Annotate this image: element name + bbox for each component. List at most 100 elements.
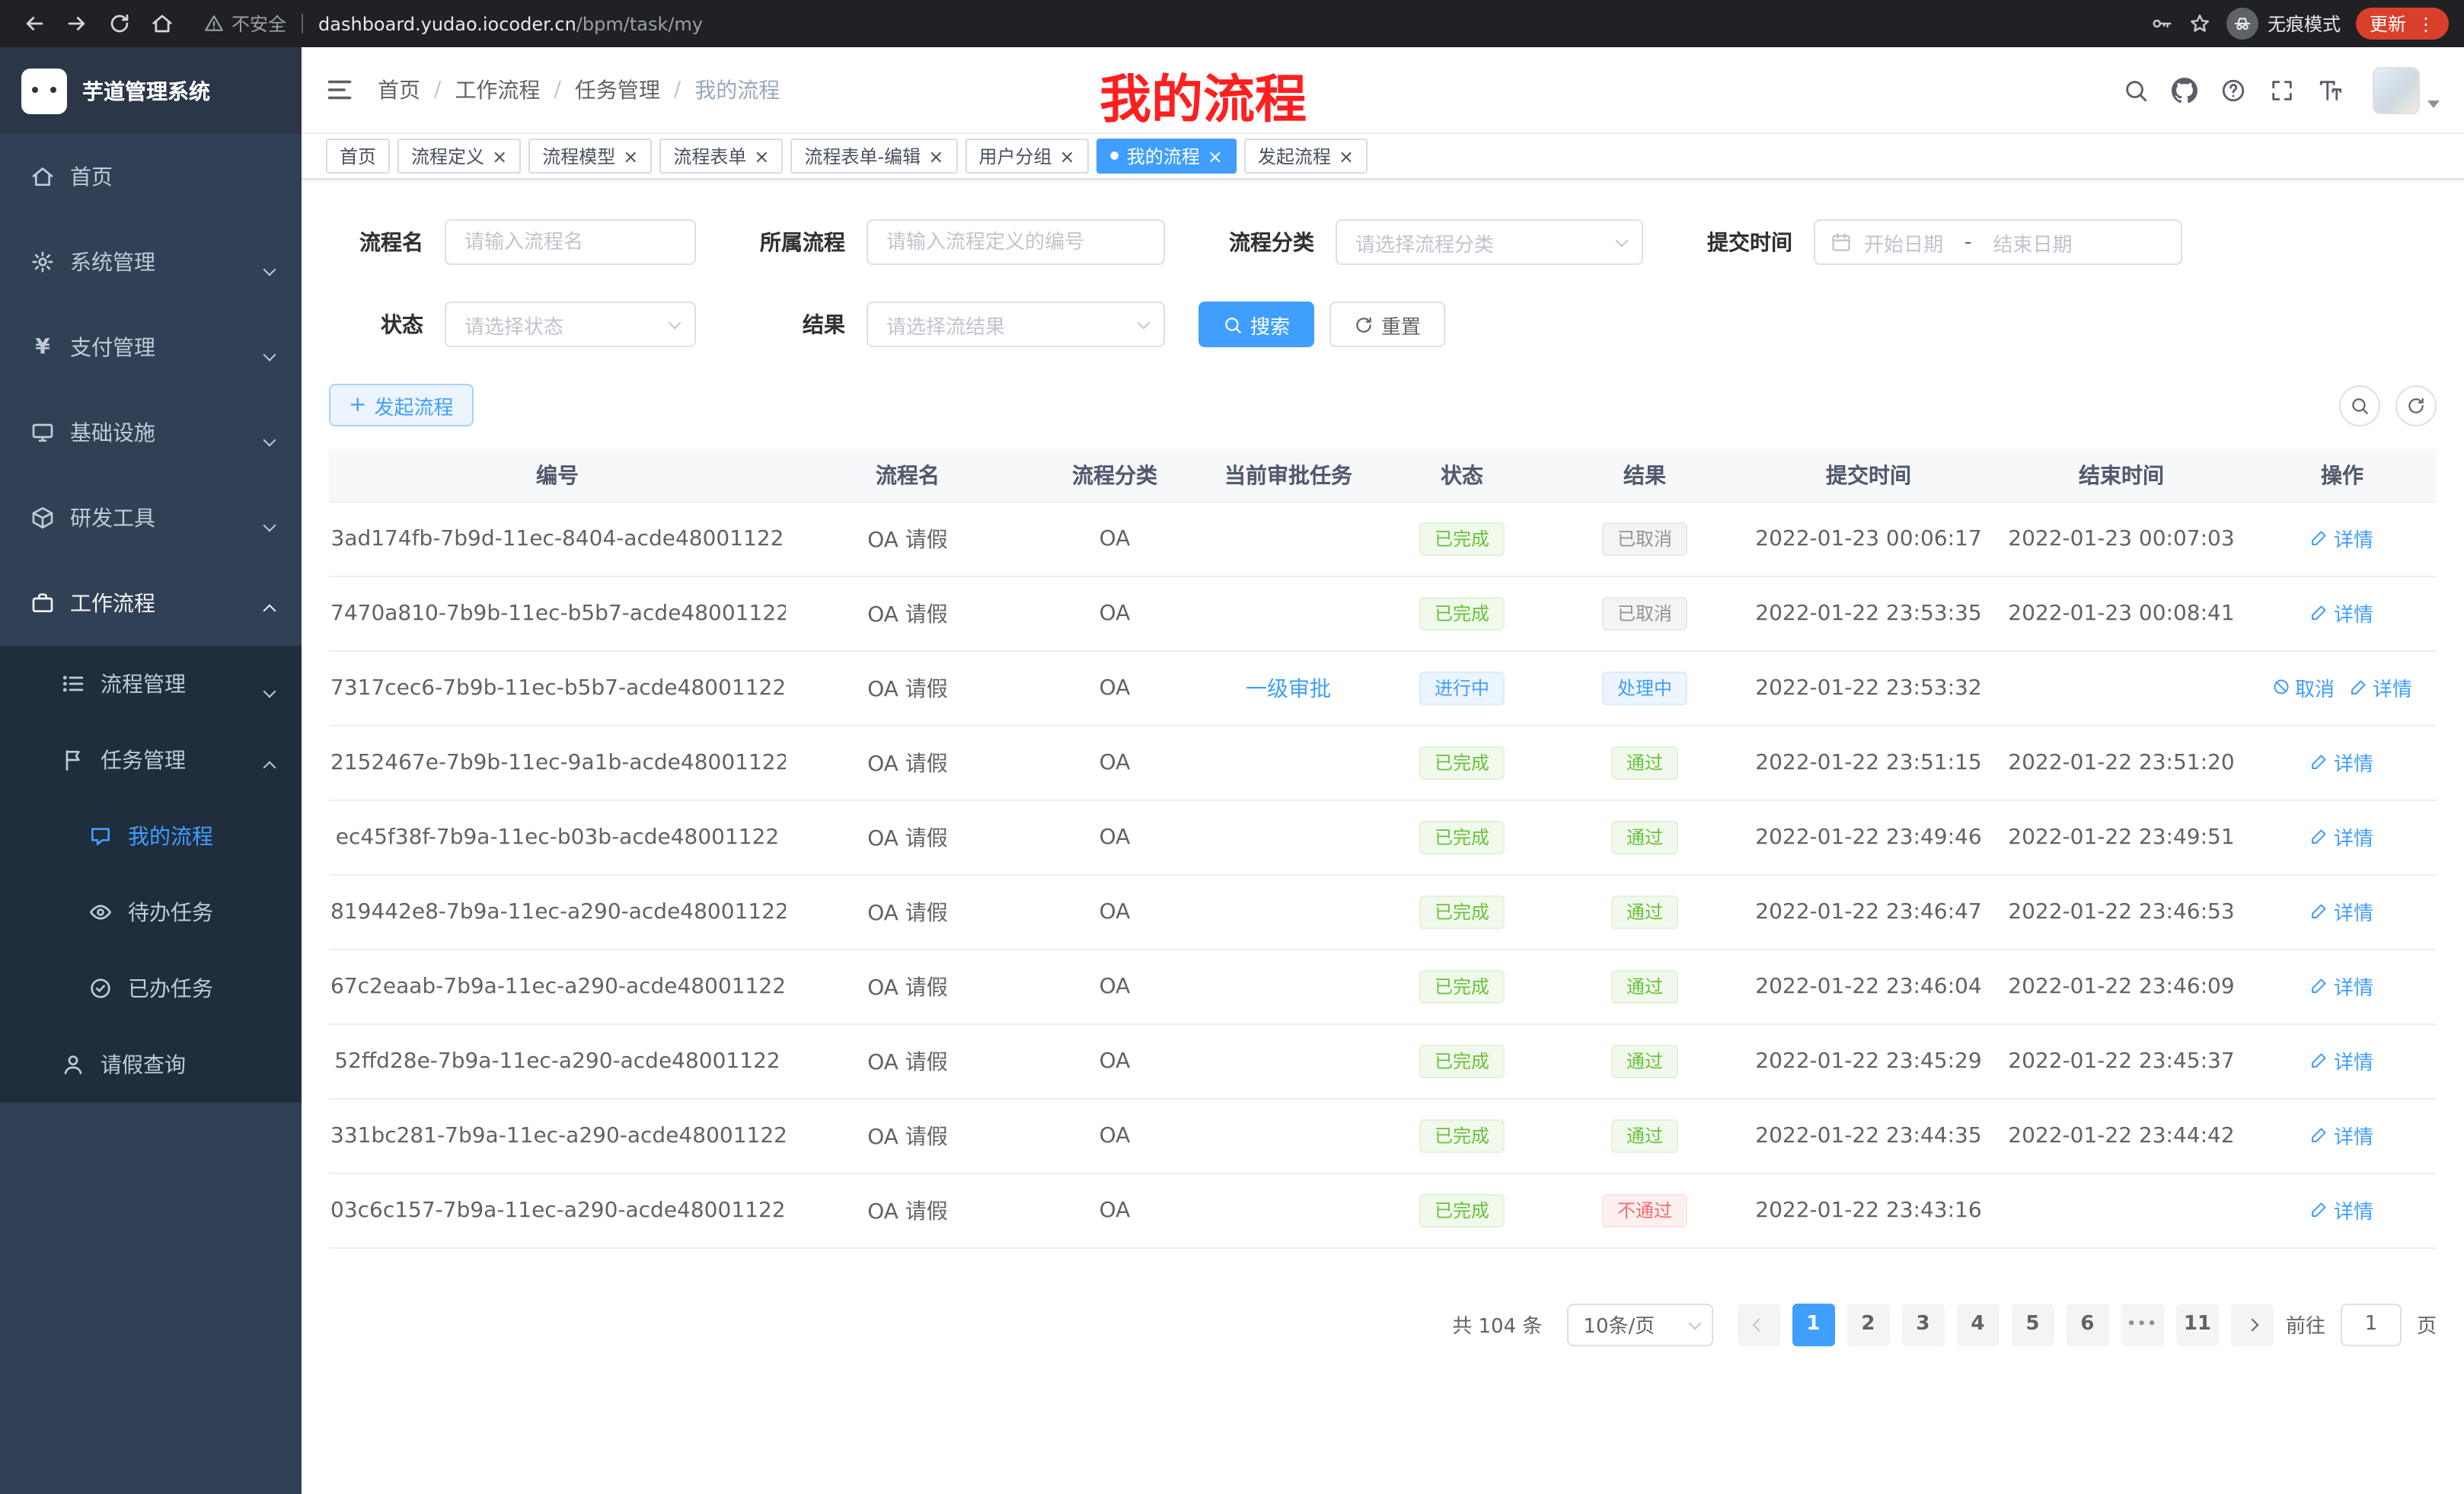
back-button[interactable]	[15, 5, 52, 42]
close-icon[interactable]: ×	[492, 147, 507, 165]
page-jump-input[interactable]	[2341, 1303, 2402, 1346]
close-icon[interactable]: ×	[754, 147, 769, 165]
tab-user-group[interactable]: 用户分组 ×	[965, 139, 1088, 174]
table-row: 2152467e-7b9b-11ec-9a1b-acde48001122 OA …	[329, 725, 2437, 800]
chevron-right-icon	[2245, 1318, 2258, 1331]
cell-category: OA	[1029, 874, 1200, 949]
detail-link[interactable]: 详情	[2311, 972, 2373, 1001]
github-icon[interactable]	[2172, 77, 2197, 103]
cell-result: 通过	[1547, 949, 1742, 1023]
detail-link[interactable]: 详情	[2311, 748, 2373, 777]
sidebar-item-done-tasks[interactable]: 已办任务	[0, 950, 302, 1026]
user-menu[interactable]	[2373, 66, 2440, 113]
page-button-11[interactable]: 11	[2176, 1303, 2219, 1346]
close-icon[interactable]: ×	[928, 147, 943, 165]
sidebar-logo[interactable]: 芋道管理系统	[0, 47, 302, 134]
tab-process-form-edit[interactable]: 流程表单-编辑 ×	[791, 139, 958, 174]
sidebar-item-workflow[interactable]: 工作流程	[0, 560, 302, 646]
status-badge: 已完成	[1419, 1044, 1505, 1077]
close-icon[interactable]: ×	[623, 147, 638, 165]
detail-label: 详情	[2334, 1121, 2373, 1150]
forward-button[interactable]	[58, 5, 94, 42]
bookmark-star-icon[interactable]	[2188, 12, 2211, 35]
tab-initiate-process[interactable]: 发起流程 ×	[1244, 139, 1368, 174]
tab-home[interactable]: 首页	[326, 139, 390, 174]
key-icon[interactable]	[2150, 12, 2173, 35]
font-size-icon[interactable]	[2318, 77, 2344, 103]
pagination-total: 共 104 条	[1452, 1310, 1542, 1339]
close-icon[interactable]: ×	[1208, 147, 1223, 165]
page-ellipsis-button[interactable]: •••	[2121, 1303, 2164, 1346]
page-button-4[interactable]: 4	[1956, 1303, 1999, 1346]
close-icon[interactable]: ×	[1339, 147, 1354, 165]
page-button-1[interactable]: 1	[1792, 1303, 1834, 1346]
address-bar[interactable]: 不安全 dashboard.yudao.iocoder.cn/bpm/task/…	[204, 11, 703, 37]
close-icon[interactable]: ×	[1059, 147, 1074, 165]
tab-my-process[interactable]: ● 我的流程 ×	[1096, 139, 1236, 174]
hamburger-icon[interactable]	[326, 76, 353, 104]
chevron-down-icon	[265, 341, 274, 366]
next-page-button[interactable]	[2231, 1303, 2274, 1346]
result-select[interactable]: 请选择流结果	[867, 302, 1165, 347]
browser-toolbar: 不安全 dashboard.yudao.iocoder.cn/bpm/task/…	[0, 0, 2464, 47]
tab-process-model[interactable]: 流程模型 ×	[528, 139, 652, 174]
sidebar-item-devtools[interactable]: 研发工具	[0, 475, 302, 560]
page-size-select[interactable]: 10条/页	[1566, 1303, 1712, 1346]
detail-link[interactable]: 详情	[2311, 822, 2373, 851]
prev-page-button[interactable]	[1737, 1303, 1779, 1346]
search-icon[interactable]	[2123, 77, 2149, 103]
fullscreen-icon[interactable]	[2269, 77, 2295, 103]
detail-link[interactable]: 详情	[2350, 673, 2412, 702]
sidebar-item-leave-query[interactable]: 请假查询	[0, 1026, 302, 1103]
sidebar-item-process-management[interactable]: 流程管理	[0, 646, 302, 722]
sidebar-item-home[interactable]: 首页	[0, 134, 302, 219]
cancel-link[interactable]: 取消	[2272, 673, 2335, 702]
detail-link[interactable]: 详情	[2311, 599, 2373, 627]
date-range-picker[interactable]: 开始日期 - 结束日期	[1814, 219, 2182, 265]
avatar[interactable]	[2373, 66, 2420, 113]
sidebar-item-system[interactable]: 系统管理	[0, 219, 302, 305]
page-button-3[interactable]: 3	[1901, 1303, 1944, 1346]
detail-link[interactable]: 详情	[2311, 524, 2373, 553]
page-button-2[interactable]: 2	[1846, 1303, 1889, 1346]
status-select[interactable]: 请选择状态	[445, 302, 696, 347]
search-button[interactable]: 搜索	[1198, 302, 1314, 347]
category-select[interactable]: 请选择流程分类	[1336, 219, 1643, 265]
page-button-6[interactable]: 6	[2066, 1303, 2108, 1346]
reset-button[interactable]: 重置	[1329, 302, 1445, 347]
process-definition-input[interactable]	[867, 219, 1165, 265]
reload-button[interactable]	[101, 5, 137, 42]
help-icon[interactable]	[2220, 77, 2246, 103]
detail-link[interactable]: 详情	[2311, 897, 2373, 926]
tab-process-form[interactable]: 流程表单 ×	[659, 139, 783, 174]
page-body: 芋道管理系统 首页 系统管理 ¥ 支付管理 基础设施	[0, 47, 2464, 1494]
detail-link[interactable]: 详情	[2311, 1121, 2373, 1150]
task-link[interactable]: 一级审批	[1246, 677, 1331, 701]
detail-link[interactable]: 详情	[2311, 1046, 2373, 1075]
breadcrumb-item[interactable]: 工作流程	[455, 75, 540, 105]
browser-update-button[interactable]: 更新 ⋮	[2356, 8, 2449, 40]
initiate-process-button[interactable]: + 发起流程	[329, 384, 474, 426]
detail-link[interactable]: 详情	[2311, 1196, 2373, 1224]
date-range-separator: -	[1964, 231, 1971, 254]
process-name-input[interactable]	[445, 219, 696, 265]
browser-menu-icon[interactable]: ⋮	[2417, 14, 2435, 33]
cell-id: 2152467e-7b9b-11ec-9a1b-acde48001122	[329, 725, 786, 800]
breadcrumb-item[interactable]: 任务管理	[575, 75, 660, 105]
sidebar-item-my-process[interactable]: 我的流程	[0, 798, 302, 874]
home-icon	[30, 164, 55, 189]
breadcrumb-item[interactable]: 首页	[378, 75, 420, 105]
cell-actions: 详情	[2248, 949, 2437, 1023]
refresh-table-button[interactable]	[2395, 385, 2437, 426]
tab-process-definition[interactable]: 流程定义 ×	[397, 139, 521, 174]
refresh-icon	[1354, 314, 1374, 334]
home-button[interactable]	[143, 5, 180, 42]
page-button-5[interactable]: 5	[2011, 1303, 2054, 1346]
toggle-search-button[interactable]	[2339, 385, 2380, 426]
sidebar-item-payment[interactable]: ¥ 支付管理	[0, 305, 302, 390]
logo-image	[21, 68, 67, 113]
sidebar-item-infrastructure[interactable]: 基础设施	[0, 390, 302, 475]
sidebar-item-todo-tasks[interactable]: 待办任务	[0, 874, 302, 950]
navbar-actions	[2123, 66, 2440, 113]
sidebar-item-task-management[interactable]: 任务管理	[0, 722, 302, 798]
